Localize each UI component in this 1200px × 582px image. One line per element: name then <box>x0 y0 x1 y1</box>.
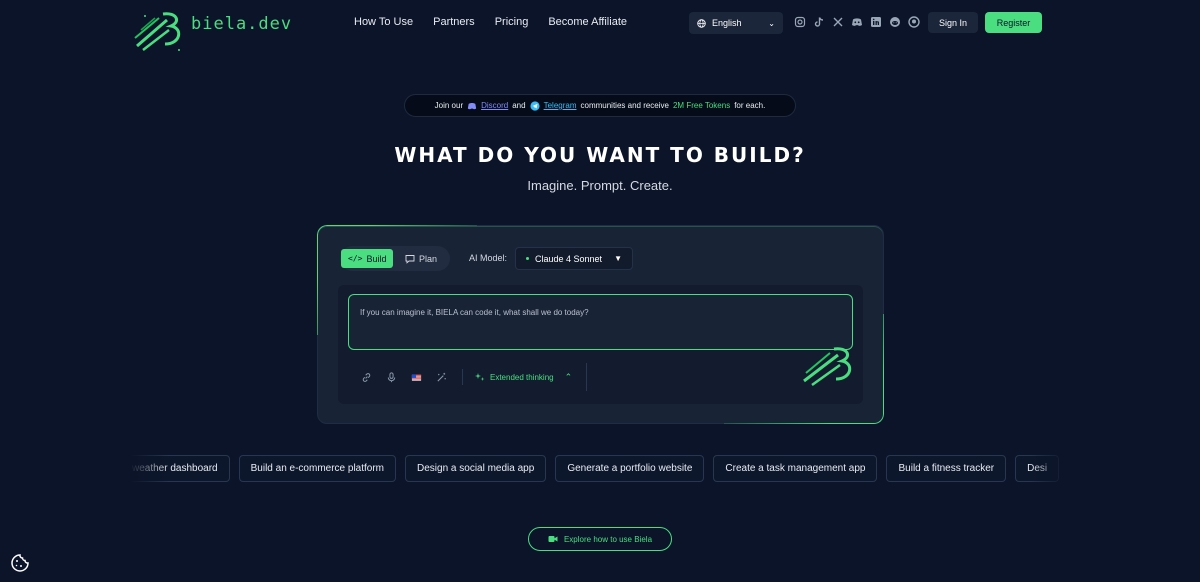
build-mode-label: Build <box>366 253 387 264</box>
chevron-down-icon: ⌄ <box>768 18 775 28</box>
prompt-composer: </> Build Plan AI Model: Claude 4 Sonnet… <box>317 225 884 424</box>
discord-icon <box>467 102 477 109</box>
brand-logo[interactable]: biela.dev <box>133 10 291 54</box>
sparkle-icon <box>475 373 485 381</box>
plan-mode-label: Plan <box>419 253 438 264</box>
suggestion-track: weather dashboard Build an e-commerce pl… <box>130 455 1060 482</box>
mode-toggle: </> Build Plan <box>340 246 450 271</box>
hero-title: WHAT DO YOU WANT TO BUILD? <box>394 143 806 167</box>
toolbar-divider <box>462 369 463 385</box>
announcement-middle: communities and receive <box>580 101 669 110</box>
brand-name: biela.dev <box>191 14 293 34</box>
model-status-dot <box>526 257 529 260</box>
suggestion-chip[interactable]: Design a social media app <box>405 455 547 482</box>
discord-link[interactable]: Discord <box>481 101 508 110</box>
link-icon[interactable] <box>358 369 374 385</box>
reddit-icon[interactable] <box>889 16 901 28</box>
ai-model-select[interactable]: Claude 4 Sonnet ▼ <box>515 247 633 270</box>
announcement-prefix: Join our <box>434 101 464 110</box>
code-icon: </> <box>348 254 363 263</box>
video-camera-icon <box>548 536 558 542</box>
free-tokens-highlight: 2M Free Tokens <box>672 101 731 110</box>
extended-thinking-toggle[interactable]: Extended thinking ⌃ <box>475 372 572 383</box>
ai-model-value: Claude 4 Sonnet <box>535 253 603 264</box>
suggestion-chip[interactable]: Create a task management app <box>713 455 878 482</box>
prompt-input[interactable]: If you can imagine it, BIELA can code it… <box>348 294 853 350</box>
telegram-link[interactable]: Telegram <box>544 101 577 110</box>
announcement-suffix: for each. <box>734 101 766 110</box>
explore-how-to-use-button[interactable]: Explore how to use Biela <box>528 527 672 551</box>
prompt-toolbar: Extended thinking ⌃ <box>358 363 588 391</box>
suggestion-chip[interactable]: Generate a portfolio website <box>555 455 705 482</box>
flag-us-icon[interactable] <box>408 369 424 385</box>
prompt-panel: If you can imagine it, BIELA can code it… <box>338 285 863 404</box>
cookie-settings-icon[interactable] <box>10 553 30 573</box>
caret-down-icon: ▼ <box>614 254 622 263</box>
build-mode-button[interactable]: </> Build <box>341 249 394 268</box>
instagram-icon[interactable] <box>794 16 806 28</box>
nav-become-affiliate[interactable]: Become Affiliate <box>548 16 627 28</box>
suggestion-chip[interactable]: Build an e-commerce platform <box>238 455 397 482</box>
hero-subtitle: Imagine. Prompt. Create. <box>527 178 673 193</box>
explore-label: Explore how to use Biela <box>563 534 653 544</box>
announcement-and: and <box>512 101 526 110</box>
language-label: English <box>712 18 742 28</box>
language-select[interactable]: English ⌄ <box>689 12 783 34</box>
biela-watermark-icon <box>803 347 852 387</box>
toolbar-divider <box>586 363 588 391</box>
social-links <box>794 16 920 28</box>
suggestion-chip[interactable]: Build a fitness tracker <box>886 455 1007 482</box>
sign-in-button[interactable]: Sign In <box>928 12 978 33</box>
biela-logo-icon <box>134 12 181 51</box>
main-nav: How To Use Partners Pricing Become Affil… <box>354 16 627 28</box>
tiktok-icon[interactable] <box>813 16 825 28</box>
github-icon[interactable] <box>908 16 920 28</box>
register-button[interactable]: Register <box>985 12 1042 33</box>
linkedin-icon[interactable] <box>870 16 882 28</box>
extended-thinking-label: Extended thinking <box>490 372 554 382</box>
magic-wand-icon[interactable] <box>433 369 449 385</box>
telegram-icon <box>530 100 540 111</box>
nav-how-to-use[interactable]: How To Use <box>354 16 413 28</box>
microphone-icon[interactable] <box>383 369 399 385</box>
discord-icon[interactable] <box>851 16 863 28</box>
community-announcement: Join our Discord and Telegram communitie… <box>404 94 796 117</box>
globe-icon <box>697 18 706 28</box>
chat-bubble-icon <box>405 254 415 264</box>
nav-partners[interactable]: Partners <box>433 16 475 28</box>
plan-mode-button[interactable]: Plan <box>398 249 444 268</box>
ai-model-label: AI Model: <box>469 253 508 263</box>
top-navbar: biela.dev How To Use Partners Pricing Be… <box>0 0 1200 51</box>
suggestion-carousel: weather dashboard Build an e-commerce pl… <box>130 455 1070 482</box>
chevron-up-icon: ⌃ <box>564 371 573 382</box>
x-icon[interactable] <box>832 16 844 28</box>
nav-pricing[interactable]: Pricing <box>495 16 529 28</box>
